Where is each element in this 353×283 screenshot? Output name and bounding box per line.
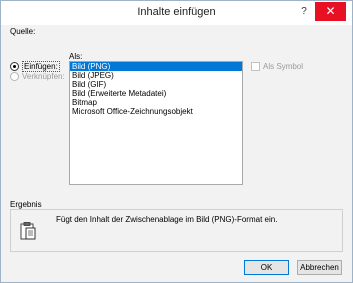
list-item[interactable]: Bitmap [70, 98, 242, 107]
display-as-icon-checkbox[interactable] [251, 62, 260, 71]
paste-option[interactable]: Einfügen: [10, 61, 60, 72]
source-label: Quelle: [10, 27, 36, 36]
clipboard-icon [20, 222, 36, 240]
display-as-icon-label: Als Symbol [263, 62, 304, 71]
list-item[interactable]: Microsoft Office-Zeichnungsobjekt [70, 107, 242, 116]
close-button[interactable]: ✕ [315, 2, 346, 21]
link-radio[interactable] [10, 72, 19, 81]
list-item[interactable]: Bild (GIF) [70, 80, 242, 89]
as-label: Als: [69, 52, 83, 61]
link-option[interactable]: Verknüpfen: [10, 72, 65, 81]
link-radio-label: Verknüpfen: [22, 72, 65, 81]
list-item[interactable]: Bild (JPEG) [70, 71, 242, 80]
display-as-icon-option[interactable]: Als Symbol [251, 62, 303, 71]
list-item[interactable]: Bild (Erweiterte Metadatei) [70, 89, 242, 98]
help-button[interactable]: ? [298, 3, 310, 21]
paste-radio-label: Einfügen: [22, 61, 60, 72]
paste-special-dialog: Inhalte einfügen ? ✕ Quelle: Einfügen: V… [0, 0, 353, 283]
result-box: Fügt den Inhalt der Zwischenablage im Bi… [10, 209, 343, 252]
paste-radio[interactable] [10, 62, 19, 71]
title-bar: Inhalte einfügen ? ✕ [1, 1, 352, 25]
cancel-button[interactable]: Abbrechen [297, 260, 342, 275]
format-listbox[interactable]: Bild (PNG) Bild (JPEG) Bild (GIF) Bild (… [69, 61, 243, 185]
result-label: Ergebnis [10, 200, 42, 209]
ok-button[interactable]: OK [244, 260, 289, 275]
result-description: Fügt den Inhalt der Zwischenablage im Bi… [56, 215, 278, 224]
list-item[interactable]: Bild (PNG) [70, 62, 242, 71]
